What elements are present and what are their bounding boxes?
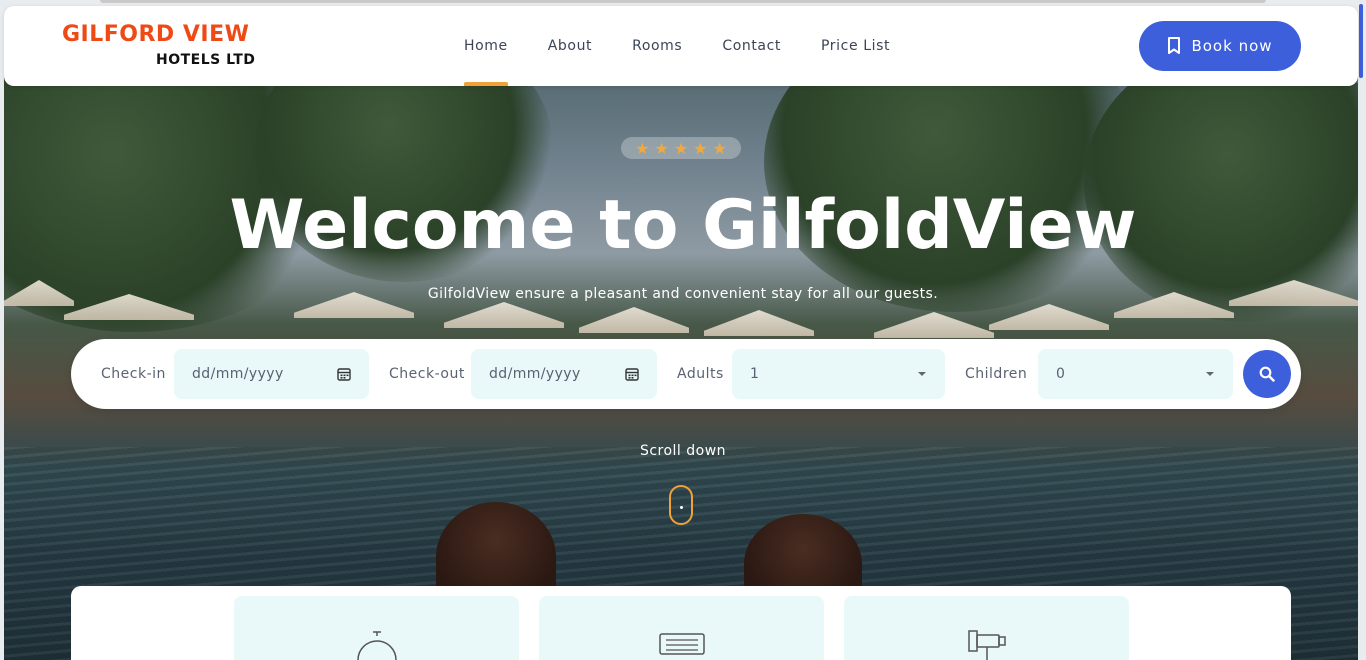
nav-item-rooms[interactable]: Rooms <box>612 6 702 86</box>
search-button[interactable] <box>1243 350 1291 398</box>
browser-edge <box>100 0 1266 3</box>
book-now-label: Book now <box>1191 37 1273 55</box>
hero-image-umbrella <box>704 310 814 336</box>
scroll-down-mouse-icon[interactable] <box>669 485 693 525</box>
nav-item-about[interactable]: About <box>528 6 612 86</box>
hero-subtitle: GilfoldView ensure a pleasant and conven… <box>427 286 939 302</box>
checkin-placeholder: dd/mm/yyyy <box>192 366 284 382</box>
star-icon: ★ <box>693 138 708 158</box>
bookmark-icon <box>1168 37 1181 54</box>
checkout-placeholder: dd/mm/yyyy <box>489 366 581 382</box>
page: GILFORD VIEW HOTELS LTD Home About Rooms… <box>0 0 1366 660</box>
star-icon: ★ <box>673 138 689 158</box>
site-header: GILFORD VIEW HOTELS LTD Home About Rooms… <box>4 6 1358 86</box>
adults-select[interactable]: 1 <box>732 349 945 399</box>
air-conditioner-icon <box>658 633 705 655</box>
brand-name-bottom: HOTELS LTD <box>156 52 256 68</box>
children-label: Children <box>965 366 1028 382</box>
calendar-icon[interactable] <box>337 367 351 381</box>
room-service-icon <box>356 631 397 660</box>
book-now-button[interactable]: Book now <box>1139 21 1301 71</box>
brand-logo[interactable]: GILFORD VIEW HOTELS LTD <box>62 22 272 74</box>
hero-title: Welcome to GilfoldView <box>229 186 1137 265</box>
hero-image-umbrella <box>874 312 994 338</box>
cctv-camera-icon <box>967 630 1006 660</box>
star-icon: ★ <box>712 138 727 158</box>
adults-label: Adults <box>677 366 724 382</box>
scroll-down-label: Scroll down <box>639 443 727 459</box>
hero-image-umbrella <box>989 304 1109 330</box>
dropdown-arrow-icon <box>1206 372 1214 376</box>
feature-card <box>234 596 519 660</box>
page-scrollbar[interactable] <box>1359 4 1363 78</box>
checkout-label: Check-out <box>389 366 465 382</box>
star-icon: ★ <box>654 138 669 158</box>
checkout-date-input[interactable]: dd/mm/yyyy <box>471 349 657 399</box>
brand-name-top: GILFORD VIEW <box>62 22 250 47</box>
hero-image-umbrella <box>444 302 564 328</box>
dropdown-arrow-icon <box>918 372 926 376</box>
search-icon <box>1259 366 1275 382</box>
features-section <box>71 586 1291 660</box>
checkin-label: Check-in <box>101 366 166 382</box>
booking-search-bar: Check-in dd/mm/yyyy Check-out dd/mm/yyyy… <box>71 339 1301 409</box>
calendar-icon[interactable] <box>625 367 639 381</box>
children-select[interactable]: 0 <box>1038 349 1233 399</box>
nav-item-home[interactable]: Home <box>444 6 528 86</box>
checkin-date-input[interactable]: dd/mm/yyyy <box>174 349 369 399</box>
feature-card <box>539 596 824 660</box>
adults-value: 1 <box>750 366 760 382</box>
main-nav: Home About Rooms Contact Price List <box>444 6 910 86</box>
nav-item-price-list[interactable]: Price List <box>801 6 910 86</box>
nav-item-contact[interactable]: Contact <box>702 6 801 86</box>
feature-card <box>844 596 1129 660</box>
children-value: 0 <box>1056 366 1066 382</box>
hero-image-umbrella <box>579 307 689 333</box>
star-icon: ★ <box>635 138 650 158</box>
rating-stars: ★ ★ ★ ★ ★ <box>621 137 741 159</box>
